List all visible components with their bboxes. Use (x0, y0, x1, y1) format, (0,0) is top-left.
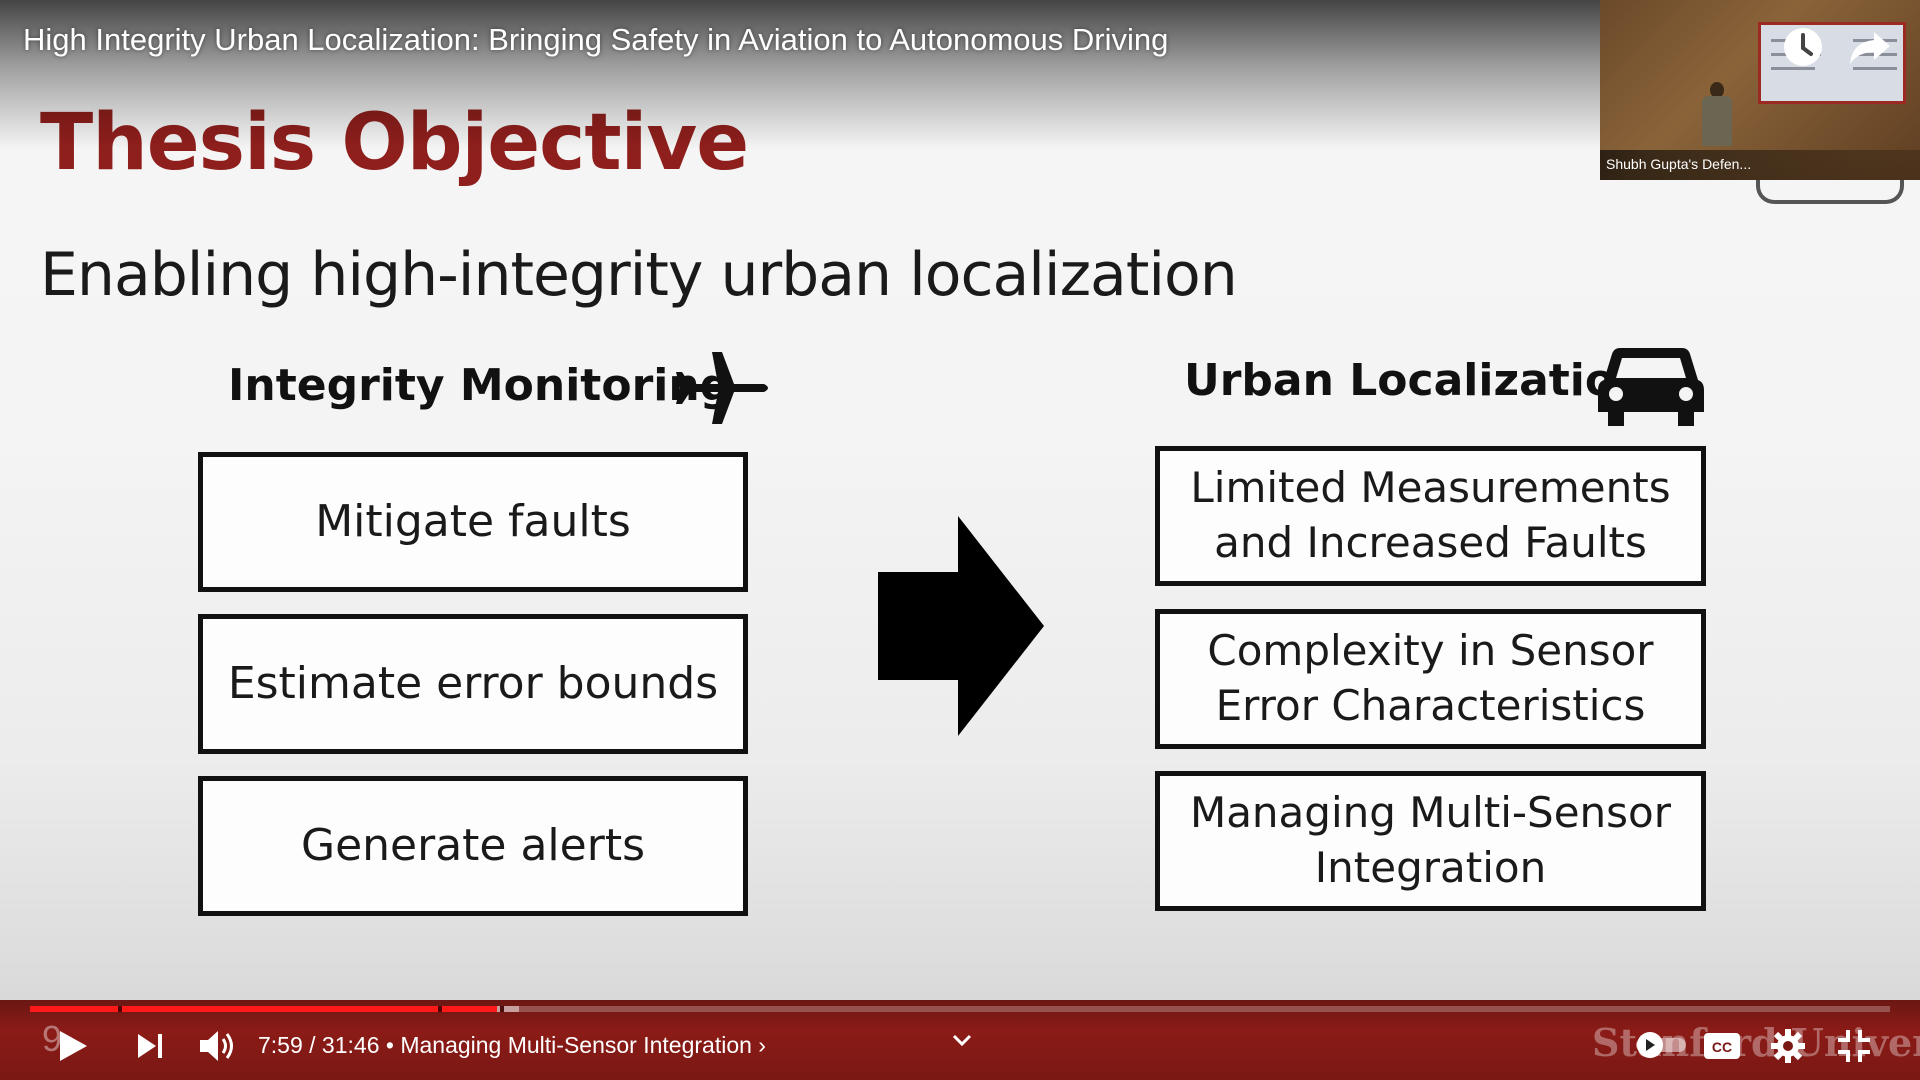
box-label: Mitigate faults (315, 496, 631, 548)
box-label-line: Limited Measurements (1190, 463, 1671, 513)
box-label-line: Integration (1314, 843, 1547, 892)
urban-localization-heading: Urban Localization (1184, 355, 1647, 406)
gear-icon[interactable] (1770, 1028, 1806, 1064)
right-arrow-icon (878, 516, 1044, 736)
speaker-body (1702, 96, 1732, 146)
airplane-icon (676, 352, 768, 424)
play-icon[interactable] (54, 1028, 90, 1064)
chapter-marker (500, 1006, 504, 1012)
chevron-down-icon[interactable] (948, 1030, 976, 1052)
next-icon[interactable] (134, 1030, 166, 1062)
box-label-line: Error Characteristics (1215, 681, 1646, 730)
box-label-line: Complexity in Sensor (1207, 626, 1654, 676)
limited-measurements-box: Limited Measurements and Increased Fault… (1155, 446, 1706, 586)
box-label-line: and Increased Faults (1214, 518, 1647, 567)
video-title[interactable]: High Integrity Urban Localization: Bring… (23, 22, 1168, 58)
autoplay-toggle[interactable] (1634, 1030, 1688, 1060)
estimate-error-bounds-box: Estimate error bounds (198, 614, 748, 754)
box-label-line: Managing Multi-Sensor (1189, 788, 1672, 838)
integrity-monitoring-heading: Integrity Monitoring (228, 360, 732, 411)
slide: Thesis Objective Enabling high-integrity… (0, 0, 1920, 1080)
mitigate-faults-box: Mitigate faults (198, 452, 748, 592)
box-label: Generate alerts (300, 820, 645, 872)
cc-icon[interactable]: CC (1702, 1030, 1742, 1062)
progress-played (30, 1006, 497, 1012)
box-label: Estimate error bounds (227, 658, 719, 710)
multi-sensor-integration-box: Managing Multi-Sensor Integration (1155, 771, 1706, 911)
generate-alerts-box: Generate alerts (198, 776, 748, 916)
chapter-marker (118, 1006, 122, 1012)
exit-fullscreen-icon[interactable] (1836, 1028, 1872, 1064)
share-icon[interactable] (1846, 24, 1892, 70)
thumbnail-label: Shubh Gupta's Defen... (1600, 150, 1920, 180)
svg-text:CC: CC (1712, 1039, 1732, 1055)
watch-later-icon[interactable] (1780, 24, 1826, 70)
progress-bar[interactable] (30, 1006, 1890, 1012)
volume-icon[interactable] (198, 1028, 238, 1064)
car-icon (1598, 348, 1704, 426)
time-and-chapter-button[interactable]: 7:59 / 31:46 • Managing Multi-Sensor Int… (258, 1032, 766, 1059)
slide-subtitle: Enabling high-integrity urban localizati… (40, 240, 1238, 310)
chapter-marker (438, 1006, 442, 1012)
slide-title: Thesis Objective (40, 98, 749, 188)
complexity-sensor-box: Complexity in Sensor Error Characteristi… (1155, 609, 1706, 749)
